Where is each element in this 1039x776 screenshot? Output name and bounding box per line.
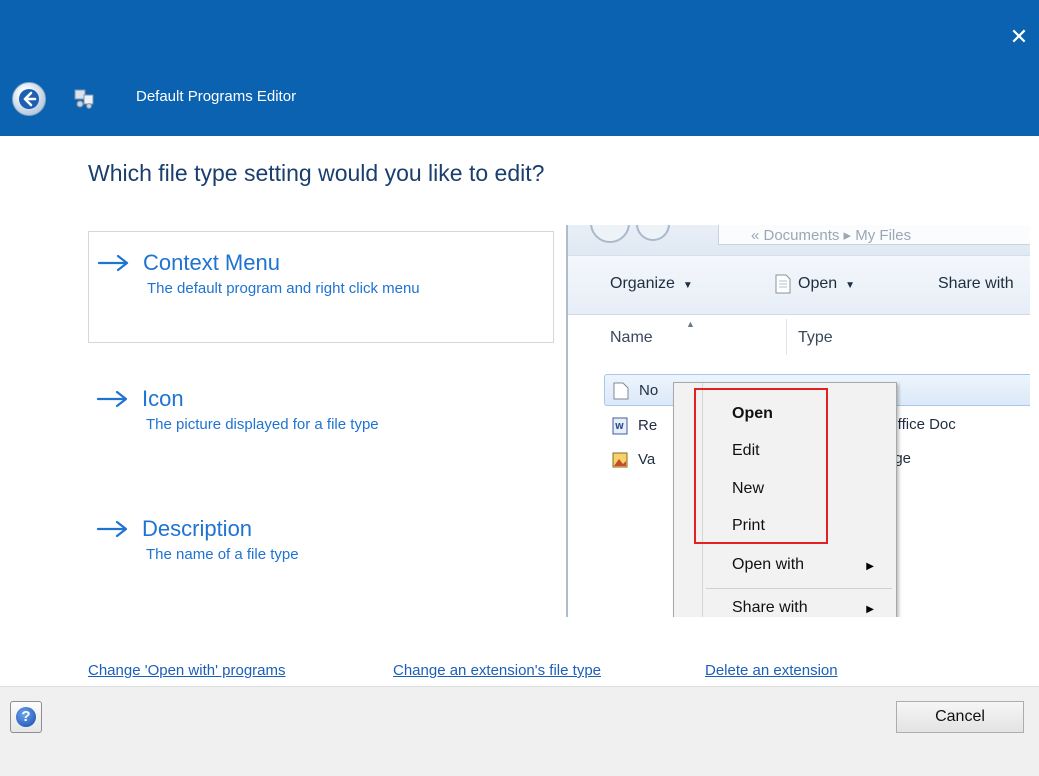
column-separator xyxy=(786,319,787,355)
cancel-button[interactable]: Cancel xyxy=(896,701,1024,733)
delete-extension-link[interactable]: Delete an extension xyxy=(705,662,838,679)
option-icon[interactable]: Icon The picture displayed for a file ty… xyxy=(88,368,554,478)
option-description: The default program and right click menu xyxy=(147,280,420,297)
submenu-arrow-icon: ▶ xyxy=(866,604,874,615)
preview-nav-bar: « Documents ▸ My Files xyxy=(568,225,1030,255)
page-heading: Which file type setting would you like t… xyxy=(88,160,545,186)
arrow-right-icon xyxy=(96,520,128,538)
preview-open: Open ▼ xyxy=(798,275,856,292)
context-menu-preview: « Documents ▸ My Files Organize ▼ Open ▼ S… xyxy=(566,225,1030,617)
preview-column-header: ▲ Name Type xyxy=(568,313,1030,355)
preview-share: Share with xyxy=(938,275,1014,292)
window-title: Default Programs Editor xyxy=(136,88,297,105)
title-bar: ✕ Default Programs Editor xyxy=(0,0,1039,136)
option-title: Context Menu xyxy=(143,250,280,275)
main-content: Which file type setting would you like t… xyxy=(0,136,1039,686)
close-button[interactable]: ✕ xyxy=(1005,22,1033,52)
column-name: Name xyxy=(610,329,653,346)
preview-address-bar: « Documents ▸ My Files xyxy=(718,225,1030,245)
column-type: Type xyxy=(798,329,833,346)
change-open-with-link[interactable]: Change 'Open with' programs xyxy=(88,662,286,679)
ctx-open-with: Open with xyxy=(732,556,805,573)
preview-back-icon xyxy=(590,225,630,243)
document-icon xyxy=(775,274,791,294)
back-button[interactable] xyxy=(12,82,46,116)
text-file-icon xyxy=(613,382,629,400)
app-icon xyxy=(74,89,94,109)
option-context-menu[interactable]: Context Menu The default program and rig… xyxy=(88,231,554,343)
footer-bar: ? Cancel xyxy=(0,686,1039,776)
back-arrow-icon xyxy=(19,89,39,109)
help-button[interactable]: ? xyxy=(10,701,42,733)
ctx-share-with: Share with xyxy=(732,599,808,616)
svg-text:W: W xyxy=(615,422,624,431)
option-title: Description xyxy=(142,516,253,541)
option-description-text: The name of a file type xyxy=(146,546,299,563)
word-doc-icon: W xyxy=(612,417,628,435)
option-description: The picture displayed for a file type xyxy=(146,416,379,433)
arrow-right-icon xyxy=(97,254,129,272)
arrow-right-icon xyxy=(96,390,128,408)
preview-forward-icon xyxy=(636,225,670,241)
option-description[interactable]: Description The name of a file type xyxy=(88,498,554,608)
option-title: Icon xyxy=(142,386,184,411)
help-icon: ? xyxy=(16,707,36,727)
image-file-icon xyxy=(612,452,628,468)
submenu-arrow-icon: ▶ xyxy=(866,561,874,572)
sort-caret-icon: ▲ xyxy=(686,319,695,329)
preview-organize: Organize ▼ xyxy=(610,275,693,292)
change-extension-type-link[interactable]: Change an extension's file type xyxy=(393,662,601,679)
highlight-box xyxy=(694,388,828,544)
preview-toolbar: Organize ▼ Open ▼ Share with xyxy=(568,255,1030,315)
